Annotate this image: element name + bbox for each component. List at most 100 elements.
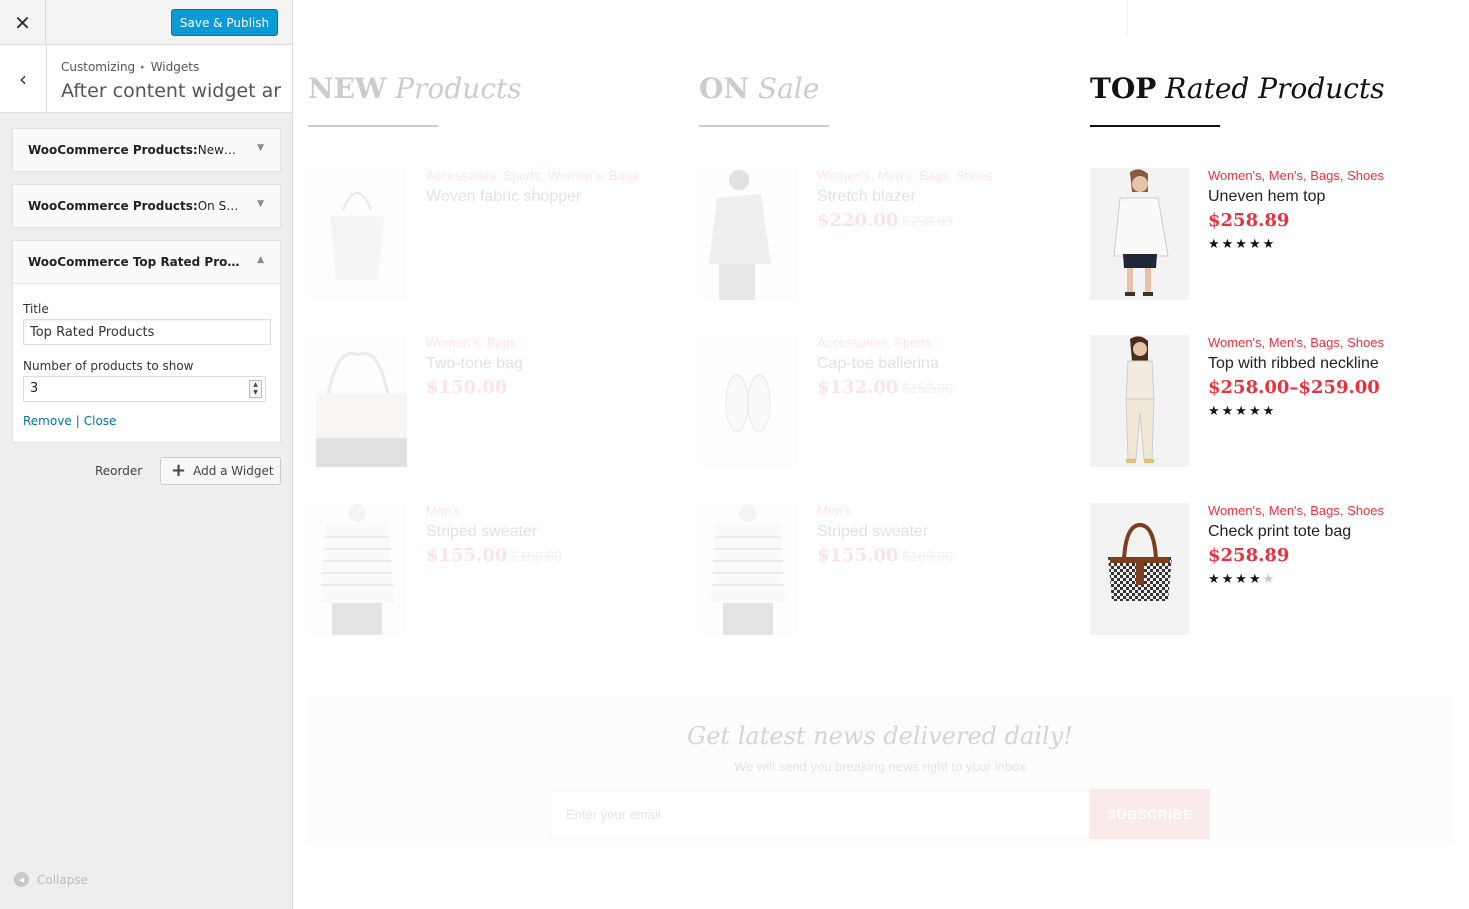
column-title: TOP Rated Products bbox=[1090, 72, 1450, 105]
title-underline bbox=[308, 125, 438, 127]
breadcrumb-widgets: Widgets bbox=[150, 60, 200, 74]
widget-actions: Remove | Close bbox=[23, 414, 270, 428]
product-categories[interactable]: Women's, Men's, Bags, Shoes bbox=[817, 168, 993, 183]
add-widget-button[interactable]: + Add a Widget bbox=[160, 457, 281, 485]
spinner-icon[interactable]: ▲ ▼ bbox=[249, 380, 262, 398]
product-name[interactable]: Two-tone bag bbox=[426, 355, 523, 373]
woman-white-image[interactable] bbox=[1090, 335, 1189, 467]
save-publish-button[interactable]: Save & Publish bbox=[171, 9, 278, 36]
widget-title: WooCommerce Products: bbox=[28, 143, 198, 157]
product-name[interactable]: Uneven hem top bbox=[1208, 188, 1384, 206]
plus-icon: + bbox=[171, 460, 187, 481]
collapse-arrow-icon[interactable]: ▲ bbox=[257, 255, 264, 265]
product-name[interactable]: Striped sweater bbox=[426, 523, 562, 541]
product-name[interactable]: Striped sweater bbox=[817, 523, 953, 541]
product-categories[interactable]: Women's, Bags bbox=[426, 335, 523, 350]
product-item[interactable]: Women's, Men's, Bags, Shoes Top with rib… bbox=[1090, 335, 1450, 467]
product-name[interactable]: Cap-toe ballerina bbox=[817, 355, 953, 373]
section-header: ‹ Customizing ▸ Widgets After content wi… bbox=[0, 45, 292, 113]
close-link[interactable]: Close bbox=[84, 414, 117, 428]
product-item[interactable]: Women's, Men's, Bags, Shoes Check print … bbox=[1090, 503, 1450, 635]
product-categories[interactable]: Women's, Men's, Bags, Shoes bbox=[1208, 335, 1384, 350]
widget-top-rated: WooCommerce Top Rated Pro… ▲ Title Numbe… bbox=[12, 240, 281, 443]
product-item[interactable]: Men's Striped sweater $155.00 $160.00 bbox=[308, 503, 668, 635]
spin-down-icon[interactable]: ▼ bbox=[250, 389, 261, 397]
product-item[interactable]: Accessories, Sports Cap-toe ballerina $1… bbox=[699, 335, 1059, 467]
check-bag-image[interactable] bbox=[1090, 503, 1189, 635]
expand-arrow-icon[interactable]: ▼ bbox=[257, 199, 264, 209]
widget-new-products[interactable]: WooCommerce Products: New… ▼ bbox=[12, 128, 281, 172]
breadcrumb: Customizing ▸ Widgets bbox=[61, 60, 199, 74]
current-price: $220.00 bbox=[817, 210, 899, 231]
handbag-image[interactable] bbox=[308, 335, 407, 467]
product-categories[interactable]: Accessories, Sports bbox=[817, 335, 953, 350]
product-name[interactable]: Woven fabric shopper bbox=[426, 188, 639, 206]
product-name[interactable]: Check print tote bag bbox=[1208, 523, 1384, 541]
star-rating: ★★★★★ bbox=[1208, 571, 1277, 586]
star-rating: ★★★★★ bbox=[1208, 403, 1277, 418]
column-title: NEW Products bbox=[308, 72, 668, 105]
product-price: $155.00 $160.00 bbox=[817, 545, 953, 566]
product-categories[interactable]: Accessories, Sports, Women's, Bags bbox=[426, 168, 639, 183]
widget-title: WooCommerce Products: bbox=[28, 199, 198, 213]
product-categories[interactable]: Men's bbox=[426, 503, 562, 518]
old-price: $152.00 bbox=[902, 380, 954, 396]
widget-form: Title Number of products to show 3 ▲ ▼ R… bbox=[13, 283, 280, 442]
blazer-image[interactable] bbox=[699, 168, 798, 300]
reorder-link[interactable]: Reorder bbox=[95, 464, 142, 478]
product-item[interactable]: Accessories, Sports, Women's, Bags Woven… bbox=[308, 168, 668, 300]
product-item[interactable]: Women's, Men's, Bags, Shoes Stretch blaz… bbox=[699, 168, 1059, 300]
widget-on-sale[interactable]: WooCommerce Products: On S… ▼ bbox=[12, 184, 281, 228]
title-bold: TOP bbox=[1090, 72, 1157, 105]
title-italic: Sale bbox=[757, 72, 820, 105]
product-item[interactable]: Women's, Men's, Bags, Shoes Uneven hem t… bbox=[1090, 168, 1450, 300]
product-item[interactable]: Men's Striped sweater $155.00 $160.00 bbox=[699, 503, 1059, 635]
close-icon[interactable]: ✕ bbox=[0, 0, 46, 45]
title-italic: Products bbox=[395, 72, 522, 105]
widget-header[interactable]: WooCommerce Top Rated Pro… ▲ bbox=[13, 241, 280, 283]
expand-arrow-icon[interactable]: ▼ bbox=[257, 143, 264, 153]
product-categories[interactable]: Women's, Men's, Bags, Shoes bbox=[1208, 168, 1384, 183]
shoes-image[interactable] bbox=[699, 335, 798, 467]
top-rated-column: TOP Rated Products Women's, Men's, Bags,… bbox=[1090, 72, 1450, 635]
product-info: Women's, Men's, Bags, Shoes Stretch blaz… bbox=[817, 168, 993, 231]
product-categories[interactable]: Women's, Men's, Bags, Shoes bbox=[1208, 503, 1384, 518]
product-price: $258.89 bbox=[1208, 210, 1290, 231]
product-price: $258.00–$259.00 bbox=[1208, 377, 1380, 398]
product-name[interactable]: Top with ribbed neckline bbox=[1208, 355, 1384, 373]
woman-top-image[interactable] bbox=[1090, 168, 1189, 300]
count-stepper[interactable]: 3 ▲ ▼ bbox=[23, 376, 266, 402]
title-input[interactable] bbox=[23, 319, 271, 345]
new-products-column: NEW Products Accessories, Sports, Women'… bbox=[308, 72, 668, 635]
tote-bag-image[interactable] bbox=[308, 168, 407, 300]
sweater-image[interactable] bbox=[699, 503, 798, 635]
back-icon[interactable]: ‹ bbox=[0, 45, 47, 112]
remove-link[interactable]: Remove bbox=[23, 414, 72, 428]
product-item[interactable]: Women's, Bags Two-tone bag $150.00 bbox=[308, 335, 668, 467]
product-categories[interactable]: Men's bbox=[817, 503, 953, 518]
count-value: 3 bbox=[30, 381, 39, 396]
widget-subtitle: On S… bbox=[197, 199, 239, 213]
add-widget-label: Add a Widget bbox=[193, 464, 274, 478]
title-underline bbox=[1090, 125, 1220, 127]
product-info: Men's Striped sweater $155.00 $160.00 bbox=[426, 503, 562, 566]
link-separator: | bbox=[75, 414, 80, 428]
widget-header[interactable]: WooCommerce Products: On S… ▼ bbox=[13, 185, 280, 227]
product-info: Women's, Men's, Bags, Shoes Check print … bbox=[1208, 503, 1384, 587]
email-input[interactable]: Enter your email bbox=[550, 791, 1090, 839]
title-label: Title bbox=[23, 302, 49, 316]
newsletter-subtitle: We will send you breaking news right to … bbox=[734, 759, 1026, 774]
widget-title: WooCommerce Top Rated Pro… bbox=[28, 255, 240, 269]
section-title: After content widget ar… bbox=[61, 80, 283, 102]
collapse-button[interactable]: ◀ Collapse bbox=[14, 872, 88, 887]
customizer-sidebar: ✕ Save & Publish ‹ Customizing ▸ Widgets… bbox=[0, 0, 293, 909]
subscribe-button[interactable]: SUBSCRIBE bbox=[1090, 789, 1210, 839]
widget-header[interactable]: WooCommerce Products: New… ▼ bbox=[13, 129, 280, 171]
old-price: $160.00 bbox=[902, 548, 954, 564]
customizer-header: ✕ Save & Publish bbox=[0, 0, 292, 45]
sweater-image[interactable] bbox=[308, 503, 407, 635]
spin-up-icon[interactable]: ▲ bbox=[250, 381, 261, 389]
product-price: $155.00 $160.00 bbox=[426, 545, 562, 566]
product-info: Men's Striped sweater $155.00 $160.00 bbox=[817, 503, 953, 566]
product-name[interactable]: Stretch blazer bbox=[817, 188, 993, 206]
